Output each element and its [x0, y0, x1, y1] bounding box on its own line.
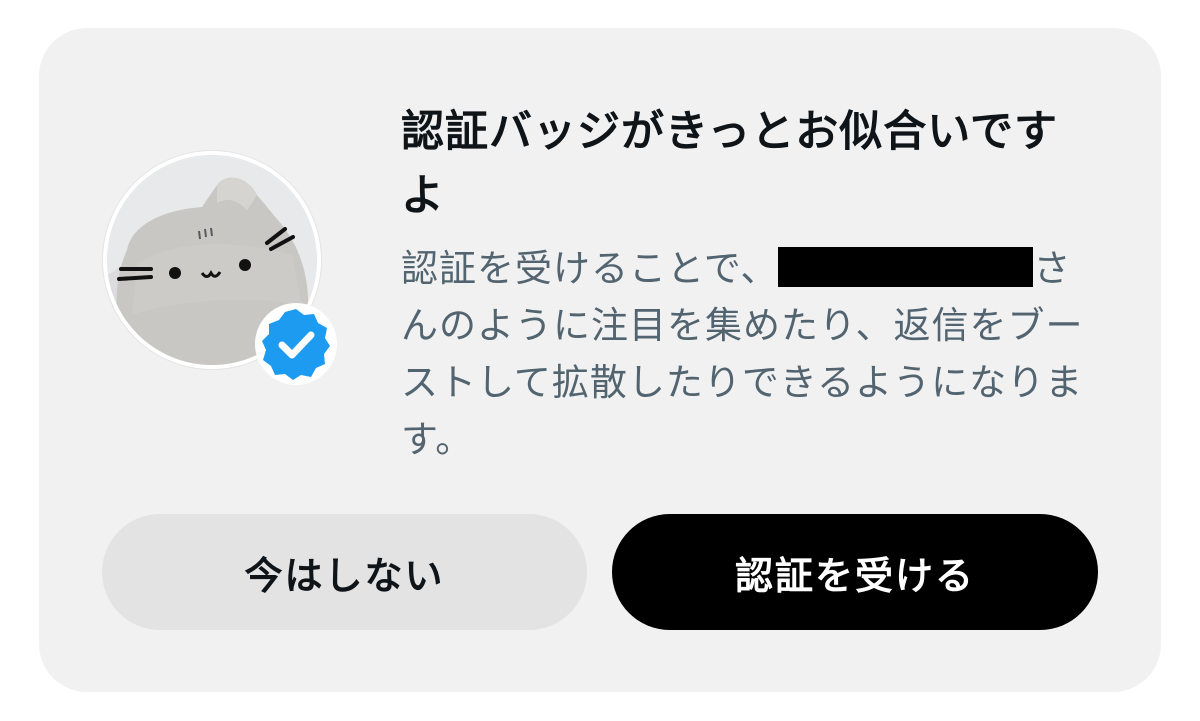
profile-avatar-group [103, 151, 337, 385]
redacted-username [778, 247, 1034, 287]
dialog-description: 認証を受けることで、 さんのように注目を集めたり、返信をブーストして拡散したりでき… [401, 240, 1101, 468]
get-verified-button[interactable]: 認証を受ける [612, 514, 1098, 630]
description-prefix: 認証を受けることで、 [401, 247, 779, 290]
not-now-button[interactable]: 今はしない [102, 514, 587, 630]
verified-badge-icon [253, 301, 339, 387]
dialog-title: 認証バッジがきっとお似合いですよ [401, 107, 1058, 221]
